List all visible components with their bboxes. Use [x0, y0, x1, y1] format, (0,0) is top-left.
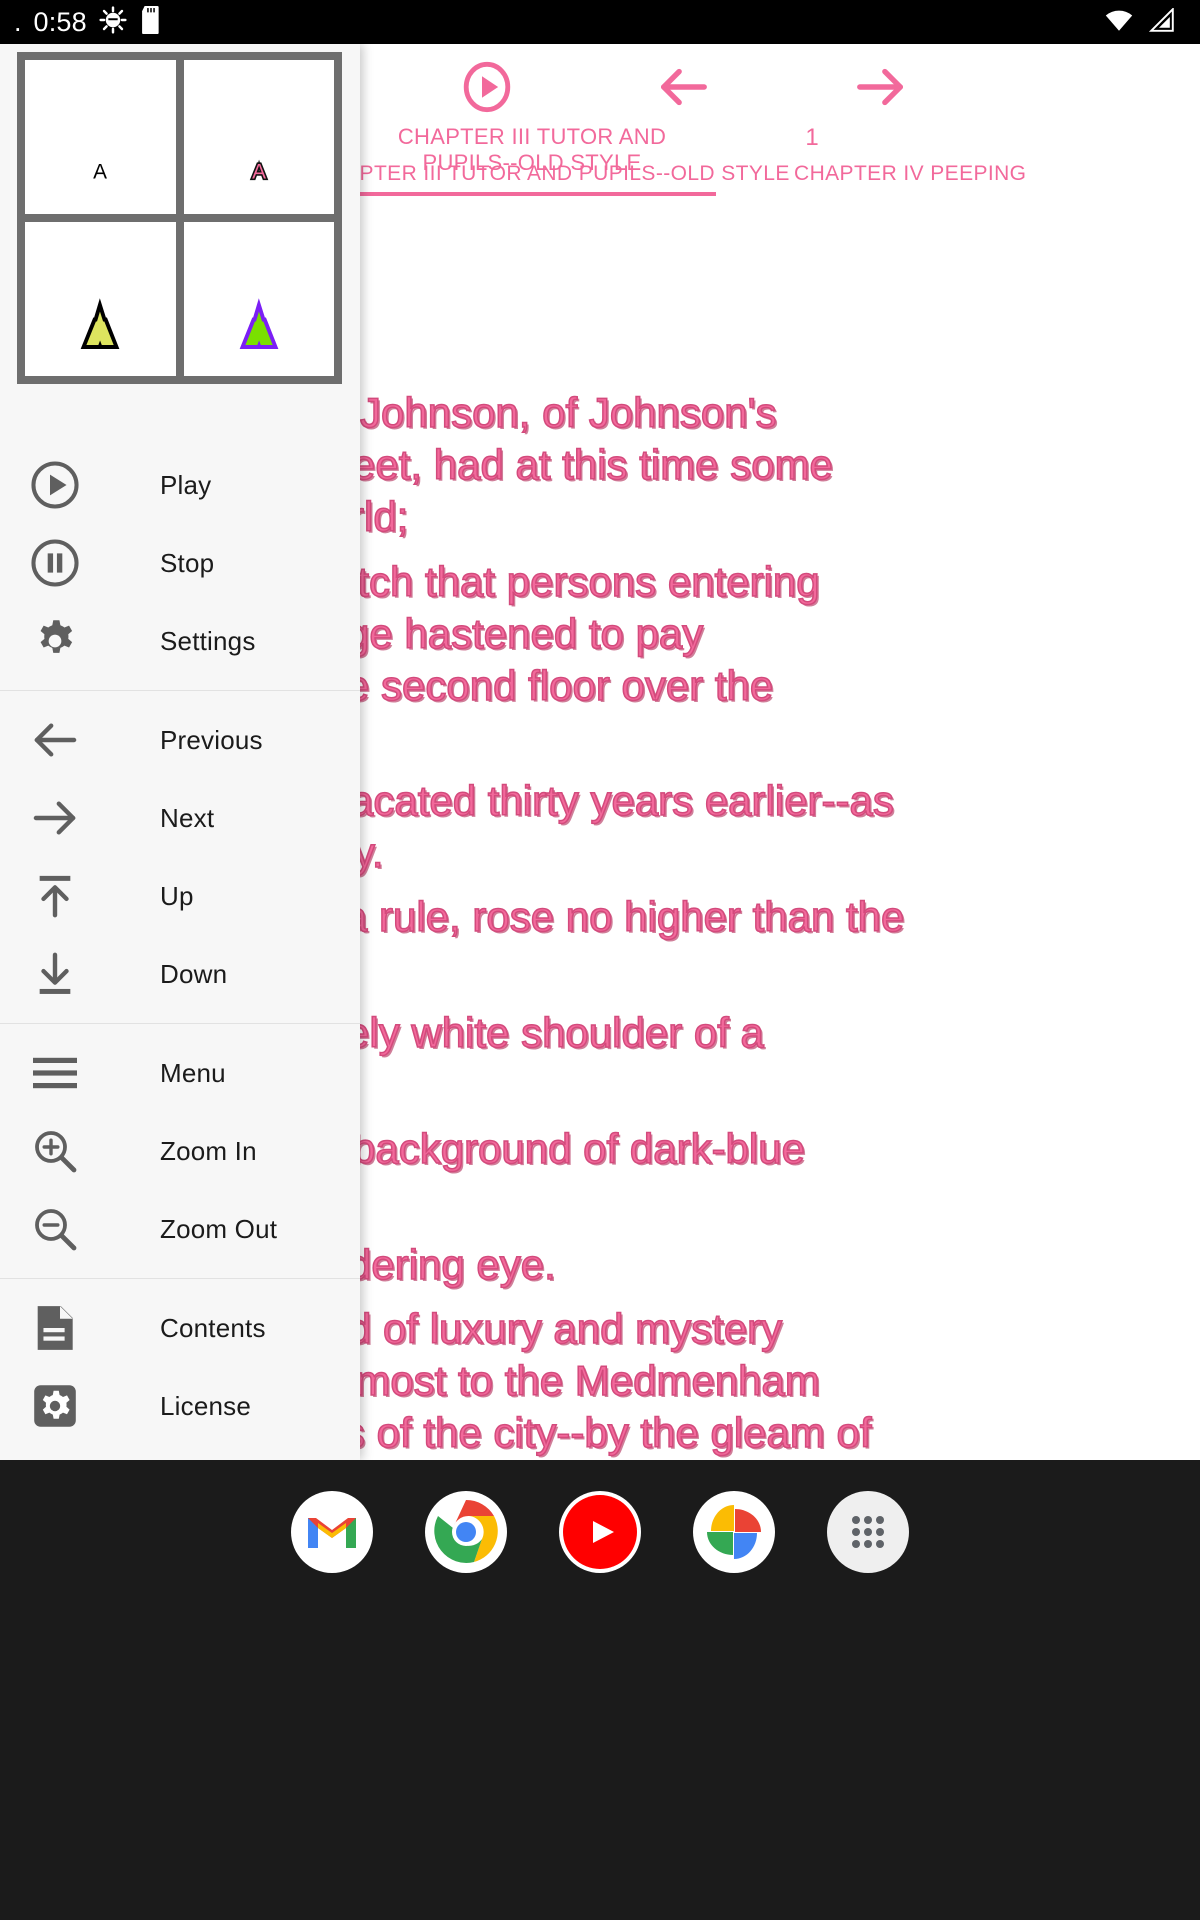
svg-text:A: A: [252, 323, 266, 346]
gear-square-icon: [28, 1379, 82, 1433]
pause-circle-icon: [28, 536, 82, 590]
reader-play-button[interactable]: [454, 58, 520, 120]
reader-line: ge hastened to pay: [360, 610, 704, 658]
screen-root: . 0:58 CHAPTER III TUTOR AND PUPILS--OLD…: [0, 0, 1200, 1920]
arrow-left-icon: [28, 713, 82, 767]
photos-icon[interactable]: [693, 1491, 775, 1573]
reader-text-body[interactable]: Johnson, of Johnson's eet, had at this ti…: [360, 344, 1200, 1460]
status-bar: . 0:58: [0, 0, 1200, 44]
tab-chapter-iii[interactable]: CHAPTER III TUTOR AND PUPILS--OLD STYLE: [360, 162, 790, 186]
menu-item-menu[interactable]: Menu: [0, 1034, 360, 1112]
menu-item-down[interactable]: Down: [0, 935, 360, 1013]
menu-item-label: Zoom In: [160, 1135, 257, 1166]
reader-line: e second floor over the: [360, 662, 774, 710]
chrome-icon[interactable]: [425, 1491, 507, 1573]
reader-line: ely white shoulder of a: [360, 1009, 765, 1057]
menu-item-label: Play: [160, 469, 212, 500]
wifi-icon: [1104, 8, 1134, 37]
menu-item-label: License: [160, 1390, 252, 1421]
dock-app-row: [0, 1484, 1200, 1580]
youtube-icon[interactable]: [559, 1491, 641, 1573]
svg-text:A: A: [93, 323, 107, 346]
menu-item-contents[interactable]: Contents: [0, 1289, 360, 1367]
play-circle-icon: [28, 458, 82, 512]
reader-toolbar: CHAPTER III TUTOR AND PUPILS--OLD STYLE …: [360, 44, 1200, 196]
reader-previous-button[interactable]: [650, 58, 716, 120]
reader-line: background of dark-blue: [360, 1125, 806, 1173]
arrow-left-icon: [656, 65, 710, 114]
zoom-out-icon: [28, 1202, 82, 1256]
reader-line: y.: [360, 829, 384, 877]
menu-item-license[interactable]: License: [0, 1367, 360, 1445]
android-debug-icon: [99, 5, 127, 39]
style-plain-black[interactable]: A: [25, 60, 176, 214]
text-style-preview-grid[interactable]: AAAAAA: [17, 52, 342, 384]
reader-line: d of luxury and mystery: [360, 1305, 783, 1353]
reader-toolbar-icons: [360, 58, 1200, 120]
menu-item-label: Contents: [160, 1312, 266, 1343]
menu-item-label: Next: [160, 802, 215, 833]
play-circle-icon: [462, 61, 512, 118]
reader-next-button[interactable]: [848, 58, 914, 120]
svg-text:A: A: [93, 161, 107, 184]
zoom-in-icon: [28, 1124, 82, 1178]
menu-item-zoom-out[interactable]: Zoom Out: [0, 1190, 360, 1268]
menu-item-label: Down: [160, 958, 228, 989]
document-icon: [28, 1301, 82, 1355]
svg-text:A: A: [252, 161, 266, 184]
menu-item-settings[interactable]: Settings: [0, 602, 360, 680]
reader-pane: CHAPTER III TUTOR AND PUPILS--OLD STYLE …: [360, 44, 1200, 1460]
menu-item-stop[interactable]: Stop: [0, 524, 360, 602]
navigation-group: Previous Next Up Down: [0, 691, 360, 1023]
reader-line: dering eye.: [360, 1241, 557, 1289]
menu-item-previous[interactable]: Previous: [0, 701, 360, 779]
sd-card-icon: [139, 5, 163, 39]
reader-line: acated thirty years earlier--as: [360, 777, 895, 825]
style-black-yellow-inner[interactable]: AA: [25, 222, 176, 376]
reader-line: Johnson, of Johnson's: [360, 389, 777, 437]
hamburger-menu-icon: [28, 1046, 82, 1100]
app-drawer-icon[interactable]: [827, 1491, 909, 1573]
system-dock: [0, 1460, 1200, 1920]
arrow-right-icon: [854, 65, 908, 114]
reader-line: lmost to the Medmenham: [360, 1357, 821, 1405]
tab-chapter-iv[interactable]: CHAPTER IV PEEPING: [794, 162, 1026, 186]
status-bar-right: [1104, 6, 1186, 37]
reader-page-number: 1: [805, 124, 819, 151]
menu-item-label: Previous: [160, 724, 263, 755]
drawer-menu: Play Stop Settings Previous Next Up Down Menu Zo…: [0, 436, 360, 1455]
reader-tab-strip[interactable]: CHAPTER III TUTOR AND PUPILS--OLD STYLE …: [360, 156, 1200, 196]
view-group: Menu Zoom In Zoom Out: [0, 1024, 360, 1278]
menu-item-label: Stop: [160, 547, 215, 578]
reader-line: rld;: [360, 493, 409, 541]
reader-line: eet, had at this time some: [360, 441, 834, 489]
cellular-signal-icon: [1148, 6, 1176, 37]
gear-icon: [28, 614, 82, 668]
menu-item-zoom-in[interactable]: Zoom In: [0, 1112, 360, 1190]
menu-item-label: Up: [160, 880, 194, 911]
reader-line: s of the city--by the gleam of: [360, 1409, 872, 1457]
menu-item-next[interactable]: Next: [0, 779, 360, 857]
style-purple-green[interactable]: AA: [183, 222, 334, 376]
menu-item-label: Zoom Out: [160, 1213, 278, 1244]
document-group: Contents License: [0, 1279, 360, 1455]
status-clock: 0:58: [33, 6, 87, 37]
tab-active-indicator: [360, 192, 716, 196]
menu-item-up[interactable]: Up: [0, 857, 360, 935]
menu-item-play[interactable]: Play: [0, 446, 360, 524]
arrow-right-icon: [28, 791, 82, 845]
status-bar-left: . 0:58: [14, 5, 163, 39]
navigation-drawer: AAAAAA Play Stop Settings Previous Next Up Dow…: [0, 44, 360, 1460]
style-pink-outlined[interactable]: A: [183, 60, 334, 214]
reader-line: itch that persons entering: [360, 558, 820, 606]
status-leading-dot: .: [14, 6, 22, 37]
reader-line: a rule, rose no higher than the: [360, 893, 905, 941]
playback-group: Play Stop Settings: [0, 436, 360, 690]
menu-item-label: Settings: [160, 625, 256, 656]
arrow-down-bar-icon: [28, 947, 82, 1001]
menu-item-label: Menu: [160, 1057, 226, 1088]
arrow-up-bar-icon: [28, 869, 82, 923]
gmail-icon[interactable]: [291, 1491, 373, 1573]
